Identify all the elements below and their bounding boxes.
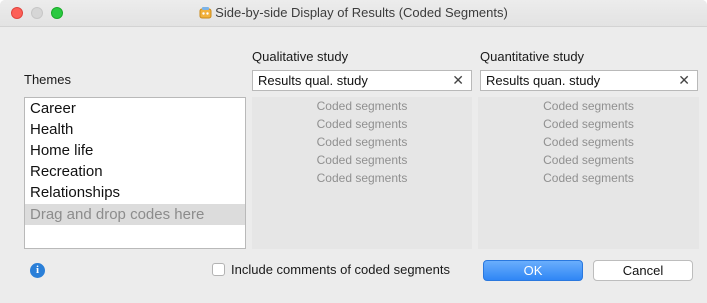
qualitative-study-label: Qualitative study — [252, 49, 349, 64]
themes-list[interactable]: Career Health Home life Recreation Relat… — [24, 97, 246, 249]
clear-icon[interactable]: ✕ — [678, 71, 690, 90]
themes-label: Themes — [24, 72, 71, 87]
app-icon — [199, 7, 212, 19]
coded-segment: Coded segments — [316, 135, 408, 149]
cancel-button[interactable]: Cancel — [593, 260, 693, 281]
coded-segment: Coded segments — [543, 153, 634, 167]
title-bar: Side-by-side Display of Results (Coded S… — [0, 0, 707, 27]
window-title: Side-by-side Display of Results (Coded S… — [0, 0, 707, 26]
quantitative-segments-panel: Coded segments Coded segments Coded segm… — [478, 97, 699, 249]
drop-zone[interactable]: Drag and drop codes here — [25, 204, 245, 225]
list-item[interactable]: Relationships — [25, 182, 245, 203]
qualitative-segments-panel: Coded segments Coded segments Coded segm… — [252, 97, 472, 249]
clear-icon[interactable]: ✕ — [452, 71, 464, 90]
coded-segment: Coded segments — [316, 99, 408, 113]
quantitative-study-label: Quantitative study — [480, 49, 585, 64]
coded-segment: Coded segments — [543, 171, 634, 185]
ok-button[interactable]: OK — [483, 260, 583, 281]
qualitative-study-value: Results qual. study — [258, 73, 368, 88]
qualitative-study-select[interactable]: Results qual. study ✕ — [252, 70, 472, 91]
info-icon[interactable]: i — [30, 263, 45, 278]
include-comments-checkbox[interactable] — [212, 263, 225, 276]
coded-segment: Coded segments — [543, 99, 634, 113]
dialog-window: Side-by-side Display of Results (Coded S… — [0, 0, 707, 303]
coded-segment: Coded segments — [316, 153, 408, 167]
list-item[interactable]: Recreation — [25, 161, 245, 182]
list-item[interactable]: Home life — [25, 140, 245, 161]
list-item[interactable]: Career — [25, 98, 245, 119]
quantitative-study-select[interactable]: Results quan. study ✕ — [480, 70, 698, 91]
coded-segment: Coded segments — [543, 135, 634, 149]
coded-segment: Coded segments — [316, 171, 408, 185]
quantitative-study-value: Results quan. study — [486, 73, 601, 88]
list-item[interactable]: Health — [25, 119, 245, 140]
window-title-text: Side-by-side Display of Results (Coded S… — [215, 5, 508, 20]
coded-segment: Coded segments — [316, 117, 408, 131]
include-comments-label[interactable]: Include comments of coded segments — [231, 262, 450, 277]
coded-segment: Coded segments — [543, 117, 634, 131]
